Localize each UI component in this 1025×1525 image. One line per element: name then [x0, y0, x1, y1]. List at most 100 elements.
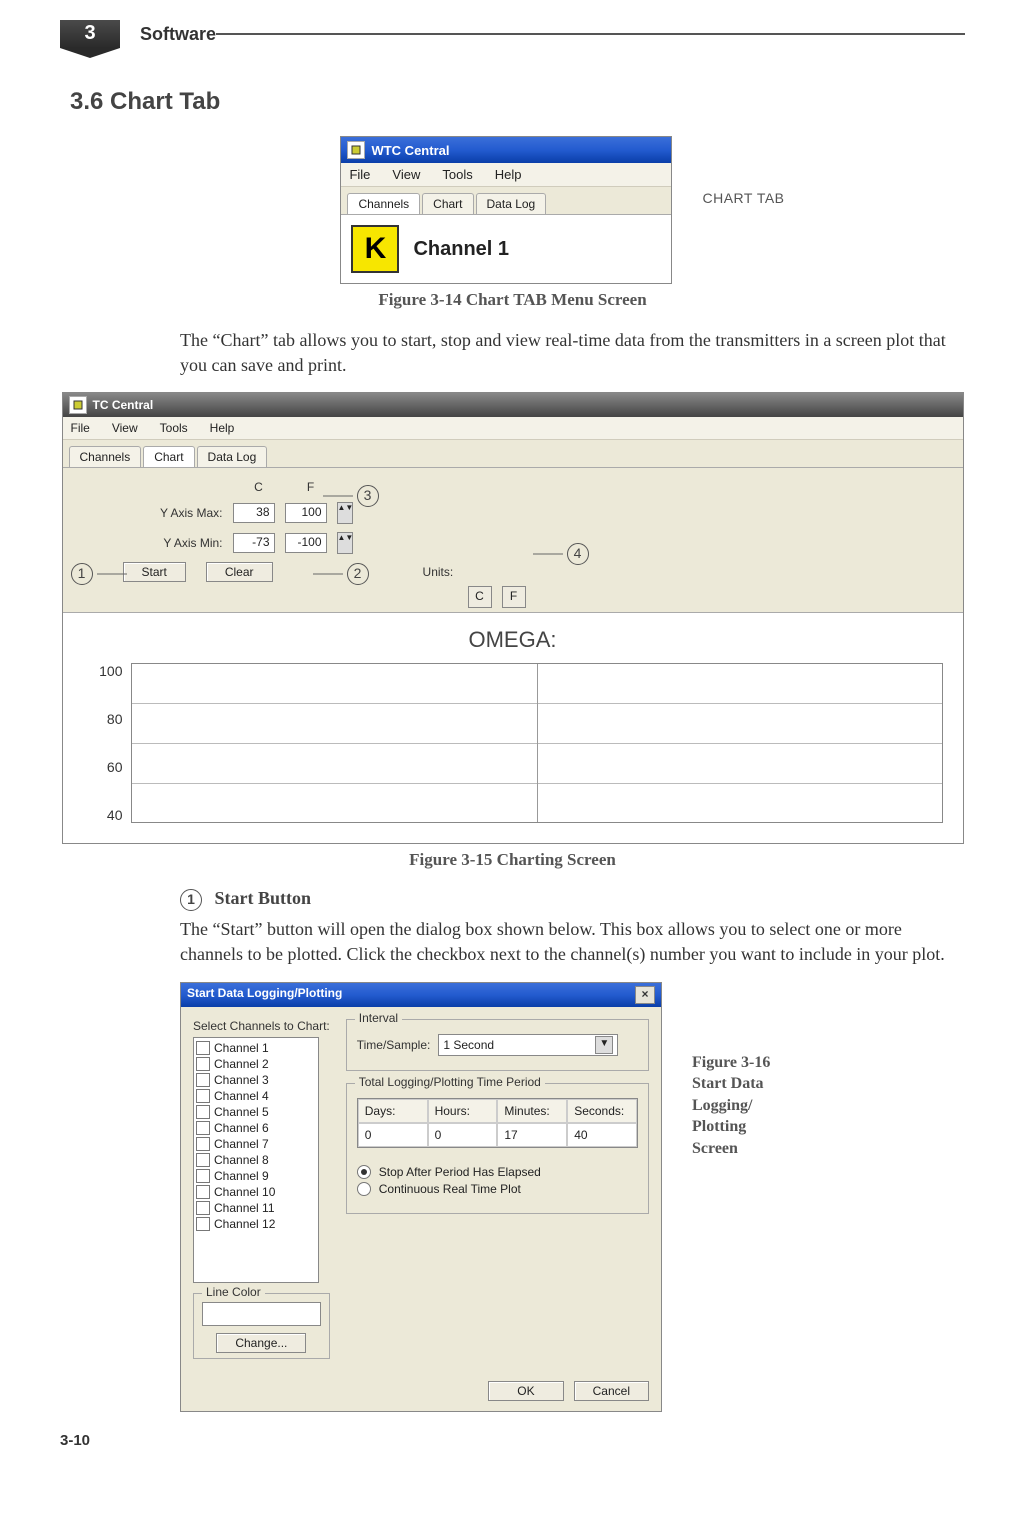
screenshot-start-logging-dialog: Start Data Logging/Plotting × Select Cha…	[180, 982, 662, 1412]
val-hours[interactable]: 0	[428, 1123, 498, 1147]
val-minutes[interactable]: 17	[497, 1123, 567, 1147]
dialog-title-bar: Start Data Logging/Plotting ×	[181, 983, 661, 1007]
clear-button[interactable]: Clear	[206, 562, 273, 582]
circled-1-icon: 1	[180, 889, 202, 911]
checkbox-icon[interactable]	[196, 1121, 210, 1135]
column-c-header: C	[238, 480, 280, 494]
menu-help[interactable]: Help	[495, 167, 522, 182]
time-sample-dropdown[interactable]: 1 Second ▼	[438, 1034, 618, 1056]
menu-view[interactable]: View	[112, 421, 138, 435]
paragraph-start-button: The “Start” button will open the dialog …	[180, 917, 965, 967]
header-rule	[216, 33, 965, 35]
change-button[interactable]: Change...	[216, 1333, 306, 1353]
channel-row: K Channel 1	[341, 215, 671, 283]
menu-view[interactable]: View	[392, 167, 420, 182]
cancel-button[interactable]: Cancel	[574, 1381, 649, 1401]
unit-f-button[interactable]: F	[502, 586, 526, 608]
spinner-icon[interactable]: ▲▼	[337, 532, 353, 554]
col-hours: Hours:	[428, 1099, 498, 1123]
window-title: WTC Central	[371, 143, 449, 158]
time-sample-value: 1 Second	[443, 1038, 494, 1052]
checkbox-icon[interactable]	[196, 1201, 210, 1215]
checkbox-icon[interactable]	[196, 1041, 210, 1055]
checkbox-icon[interactable]	[196, 1169, 210, 1183]
list-item: Channel 8	[196, 1152, 316, 1168]
col-days: Days:	[358, 1099, 428, 1123]
radio-continuous[interactable]: Continuous Real Time Plot	[357, 1182, 638, 1196]
list-item: Channel 7	[196, 1136, 316, 1152]
list-item: Channel 5	[196, 1104, 316, 1120]
checkbox-icon[interactable]	[196, 1153, 210, 1167]
callout-1: 1	[71, 563, 127, 585]
list-item: Channel 6	[196, 1120, 316, 1136]
figure-caption-14: Figure 3-14 Chart TAB Menu Screen	[60, 290, 965, 310]
list-item: Channel 1	[196, 1040, 316, 1056]
tab-channels[interactable]: Channels	[347, 193, 420, 214]
tab-data-log[interactable]: Data Log	[476, 193, 547, 214]
tab-bar: Channels Chart Data Log	[341, 187, 671, 215]
ok-button[interactable]: OK	[488, 1381, 563, 1401]
list-item: Channel 10	[196, 1184, 316, 1200]
radio-icon[interactable]	[357, 1182, 371, 1196]
callout-4: 4	[533, 543, 589, 565]
chart-area: OMEGA: 100 80 60 40	[63, 612, 963, 843]
dialog-title: Start Data Logging/Plotting	[187, 986, 342, 1004]
section-heading: 3.6 Chart Tab	[70, 88, 965, 116]
channel-label: Channel 1	[413, 238, 509, 261]
menu-bar: File View Tools Help	[63, 417, 963, 440]
menu-file[interactable]: File	[71, 421, 90, 435]
y-axis-min-f-input[interactable]: -100	[285, 533, 327, 553]
unit-c-button[interactable]: C	[468, 586, 492, 608]
figure-caption-15: Figure 3-15 Charting Screen	[60, 850, 965, 870]
start-button[interactable]: Start	[123, 562, 186, 582]
tab-data-log[interactable]: Data Log	[197, 446, 268, 467]
title-bar: WTC Central	[341, 137, 671, 163]
list-item: Channel 11	[196, 1200, 316, 1216]
chart-tab-callout: CHART TAB	[702, 190, 784, 206]
screenshot-charting: TC Central File View Tools Help Channels…	[62, 392, 964, 844]
tab-chart[interactable]: Chart	[143, 446, 194, 467]
list-item: Channel 3	[196, 1072, 316, 1088]
tab-bar: Channels Chart Data Log	[63, 440, 963, 468]
radio-icon[interactable]	[357, 1165, 371, 1179]
list-item: Channel 4	[196, 1088, 316, 1104]
y-axis-max-c-input[interactable]: 38	[233, 503, 275, 523]
y-axis-max-f-input[interactable]: 100	[285, 503, 327, 523]
tab-channels[interactable]: Channels	[69, 446, 142, 467]
chevron-down-icon[interactable]: ▼	[595, 1036, 613, 1054]
checkbox-icon[interactable]	[196, 1057, 210, 1071]
val-seconds[interactable]: 40	[567, 1123, 637, 1147]
checkbox-icon[interactable]	[196, 1105, 210, 1119]
time-period-grid: Days: Hours: Minutes: Seconds: 0 0 17 40	[357, 1098, 638, 1148]
units-label: Units:	[423, 565, 454, 579]
y-axis-min-c-input[interactable]: -73	[233, 533, 275, 553]
title-bar: TC Central	[63, 393, 963, 417]
figure-caption-16: Figure 3-16 Start Data Logging/ Plotting…	[692, 1052, 770, 1160]
page-header: 3 Software	[60, 20, 965, 48]
channel-list[interactable]: Channel 1 Channel 2 Channel 3 Channel 4 …	[193, 1037, 319, 1283]
interval-label: Interval	[355, 1011, 402, 1025]
menu-tools[interactable]: Tools	[442, 167, 472, 182]
window-title: TC Central	[93, 398, 154, 412]
plot-area	[131, 663, 943, 823]
checkbox-icon[interactable]	[196, 1217, 210, 1231]
checkbox-icon[interactable]	[196, 1137, 210, 1151]
y-axis-max-label: Y Axis Max:	[143, 506, 223, 520]
callout-2: 2	[313, 563, 369, 585]
checkbox-icon[interactable]	[196, 1073, 210, 1087]
screenshot-wtc-central: WTC Central File View Tools Help Channel…	[340, 136, 672, 284]
chapter-number-flag: 3	[60, 20, 122, 48]
menu-help[interactable]: Help	[210, 421, 235, 435]
menu-tools[interactable]: Tools	[160, 421, 188, 435]
time-sample-label: Time/Sample:	[357, 1038, 431, 1052]
tab-chart[interactable]: Chart	[422, 193, 473, 214]
chart-title: OMEGA:	[83, 627, 943, 653]
list-item: Channel 2	[196, 1056, 316, 1072]
period-label: Total Logging/Plotting Time Period	[355, 1075, 545, 1089]
radio-stop-after[interactable]: Stop After Period Has Elapsed	[357, 1165, 638, 1179]
checkbox-icon[interactable]	[196, 1089, 210, 1103]
close-icon[interactable]: ×	[635, 986, 655, 1004]
checkbox-icon[interactable]	[196, 1185, 210, 1199]
val-days[interactable]: 0	[358, 1123, 428, 1147]
menu-file[interactable]: File	[349, 167, 370, 182]
